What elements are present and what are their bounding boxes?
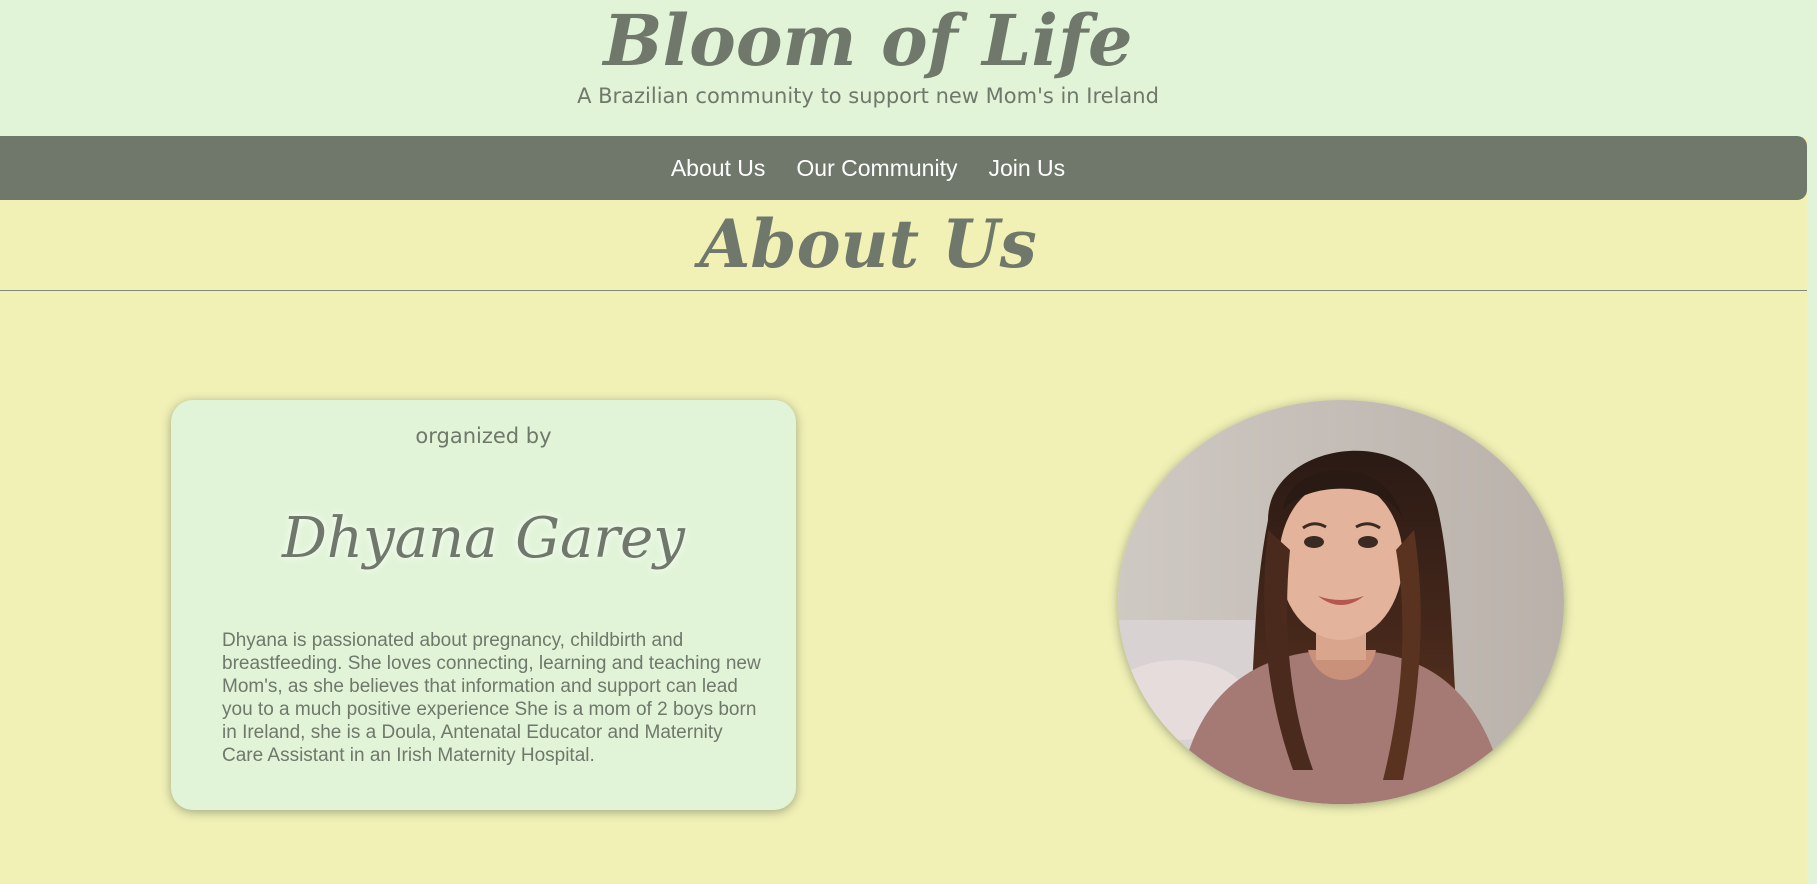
organized-by-label: organized by — [415, 424, 552, 448]
organizer-name: Dhyana Garey — [282, 506, 685, 571]
site-header: Bloom of Life A Brazilian community to s… — [0, 0, 1817, 137]
page-heading: About Us — [699, 205, 1037, 283]
nav-link-about-us[interactable]: About Us — [671, 155, 766, 182]
nav-list: About Us Our Community Join Us — [0, 136, 1736, 200]
organizer-card: organized by Dhyana Garey Dhyana is pass… — [171, 400, 796, 810]
right-edge-strip — [1807, 0, 1817, 884]
organizer-portrait-photo — [1118, 400, 1564, 804]
nav-link-join-us[interactable]: Join Us — [988, 155, 1065, 182]
organizer-bio: Dhyana is passionated about pregnancy, c… — [222, 630, 761, 766]
portrait-illustration — [1118, 400, 1564, 804]
site-tagline: A Brazilian community to support new Mom… — [577, 84, 1159, 108]
site-title: Bloom of Life — [603, 0, 1133, 82]
main-navigation: About Us Our Community Join Us — [0, 136, 1807, 200]
nav-link-our-community[interactable]: Our Community — [796, 155, 957, 182]
section-divider — [0, 290, 1807, 291]
